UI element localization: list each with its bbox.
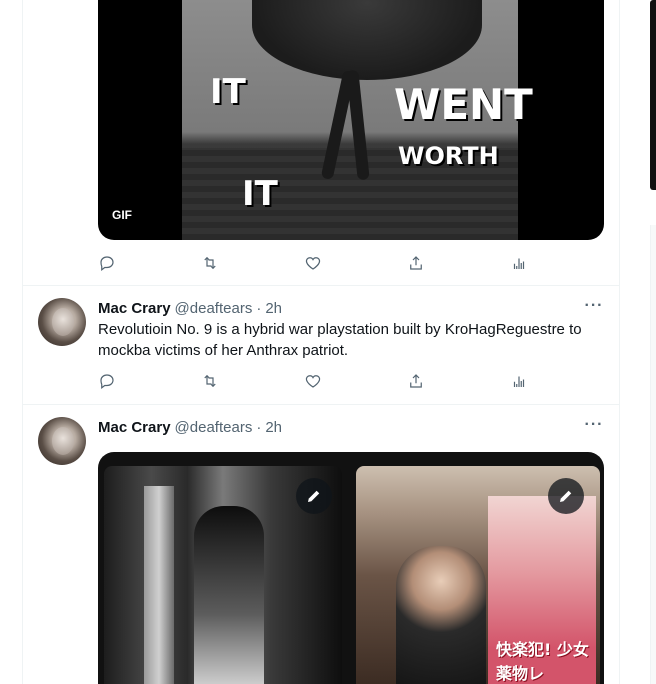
photo-overlay-text: 快楽犯! 少女薬物レ bbox=[496, 640, 589, 683]
heart-icon[interactable] bbox=[304, 254, 322, 272]
gif-dancer-skirt bbox=[252, 0, 482, 80]
share-icon[interactable] bbox=[407, 372, 425, 390]
sidebar-panel-edge bbox=[650, 225, 656, 684]
gif-caption-word: IT bbox=[210, 72, 246, 112]
analytics-icon[interactable] bbox=[510, 372, 528, 390]
pencil-icon[interactable] bbox=[296, 478, 332, 514]
photo-detail bbox=[144, 486, 174, 684]
author-name[interactable]: Mac Crary bbox=[98, 419, 171, 436]
separator-dot: · bbox=[256, 418, 262, 436]
right-sidebar-edge bbox=[650, 0, 656, 684]
tweet-text: Revolutioin No. 9 is a hybrid war playst… bbox=[98, 321, 582, 359]
author-handle[interactable]: @deaftears bbox=[175, 419, 253, 436]
tweet-actions bbox=[98, 371, 528, 391]
tweet-gif[interactable]: IT WENT WORTH IT GIF bbox=[98, 0, 604, 240]
tweet-header: Mac Crary @deaftears · 2h bbox=[98, 298, 282, 318]
separator-dot: · bbox=[256, 299, 262, 317]
retweet-icon[interactable] bbox=[201, 372, 219, 390]
avatar[interactable] bbox=[38, 417, 86, 465]
gif-caption-word: IT bbox=[242, 174, 278, 214]
sidebar-media-edge bbox=[650, 0, 656, 190]
tweet-time[interactable]: 2h bbox=[265, 419, 282, 436]
gif-badge: GIF bbox=[112, 208, 132, 222]
tweet-actions bbox=[98, 253, 528, 273]
photo-detail bbox=[194, 506, 264, 684]
tweet-divider bbox=[22, 404, 620, 405]
author-name[interactable]: Mac Crary bbox=[98, 300, 171, 317]
analytics-icon[interactable] bbox=[510, 254, 528, 272]
tweet-header: Mac Crary @deaftears · 2h bbox=[98, 417, 282, 437]
share-icon[interactable] bbox=[407, 254, 425, 272]
reply-icon[interactable] bbox=[98, 254, 116, 272]
gif-frame: IT WENT WORTH IT bbox=[182, 0, 533, 240]
heart-icon[interactable] bbox=[304, 372, 322, 390]
retweet-icon[interactable] bbox=[201, 254, 219, 272]
photo-detail bbox=[396, 546, 486, 684]
gif-caption-word: WENT bbox=[394, 80, 533, 129]
more-options-icon[interactable]: ··· bbox=[584, 298, 604, 319]
gif-caption-word: WORTH bbox=[398, 142, 499, 170]
tweet-time[interactable]: 2h bbox=[265, 300, 282, 317]
author-handle[interactable]: @deaftears bbox=[175, 300, 253, 317]
pencil-icon[interactable] bbox=[548, 478, 584, 514]
avatar[interactable] bbox=[38, 298, 86, 346]
more-options-icon[interactable]: ··· bbox=[584, 417, 604, 438]
tweet-media-grid: 快楽犯! 少女薬物レ bbox=[98, 452, 604, 684]
reply-icon[interactable] bbox=[98, 372, 116, 390]
tweet-divider bbox=[22, 285, 620, 286]
